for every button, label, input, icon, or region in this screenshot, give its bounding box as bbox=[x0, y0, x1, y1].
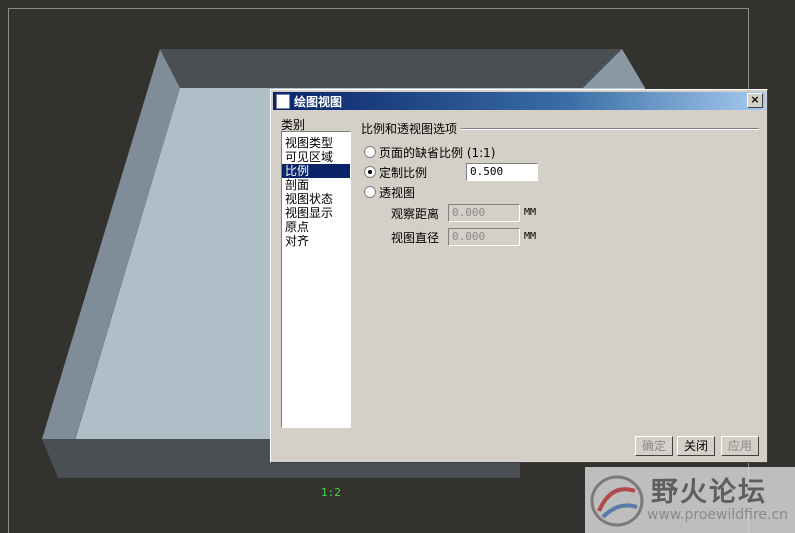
category-item-alignment[interactable]: 对齐 bbox=[282, 234, 350, 248]
category-item-section[interactable]: 剖面 bbox=[282, 178, 350, 192]
dialog-title: 绘图视图 bbox=[294, 95, 343, 109]
view-diameter-label: 视图直径 bbox=[391, 231, 440, 245]
window-icon bbox=[276, 94, 290, 109]
observe-distance-label: 观察距离 bbox=[391, 207, 440, 221]
watermark-name: 野火论坛 bbox=[651, 477, 767, 508]
category-item-view-display[interactable]: 视图显示 bbox=[282, 206, 350, 220]
category-item-scale[interactable]: 比例 bbox=[282, 164, 350, 178]
radio-perspective[interactable] bbox=[364, 186, 376, 198]
category-list[interactable]: 视图类型 可见区域 比例 剖面 视图状态 视图显示 原点 对齐 bbox=[281, 131, 351, 428]
wildfire-logo-icon bbox=[590, 475, 644, 527]
category-item-view-state[interactable]: 视图状态 bbox=[282, 192, 350, 206]
option-page-default-label: 页面的缺省比例 (1:1) bbox=[379, 146, 496, 160]
option-custom-label: 定制比例 bbox=[379, 166, 428, 180]
scale-label: 1:2 bbox=[321, 486, 341, 499]
radio-selected-dot bbox=[368, 170, 372, 174]
category-item-view-type[interactable]: 视图类型 bbox=[282, 136, 350, 150]
radio-page-default-scale[interactable] bbox=[364, 146, 376, 158]
group-title: 比例和透视图选项 bbox=[361, 122, 458, 136]
close-button[interactable]: × bbox=[747, 93, 763, 108]
category-item-origin[interactable]: 原点 bbox=[282, 220, 350, 234]
drawing-view-dialog: 绘图视图 × 类别 视图类型 可见区域 比例 剖面 视图状态 视图显示 原点 对… bbox=[270, 89, 768, 463]
option-perspective-label: 透视图 bbox=[379, 186, 416, 200]
radio-custom-scale[interactable] bbox=[364, 166, 376, 178]
observe-distance-input[interactable]: 0.000 bbox=[448, 204, 520, 222]
category-item-visible-area[interactable]: 可见区域 bbox=[282, 150, 350, 164]
model-rim-top bbox=[160, 49, 645, 88]
observe-distance-unit: MM bbox=[524, 207, 537, 218]
custom-scale-input[interactable]: 0.500 bbox=[466, 163, 538, 181]
apply-button[interactable]: 应用 bbox=[721, 436, 759, 456]
watermark-url: www.proewildfire.cn bbox=[647, 507, 789, 523]
dialog-titlebar[interactable]: 绘图视图 × bbox=[273, 92, 765, 110]
view-diameter-input[interactable]: 0.000 bbox=[448, 228, 520, 246]
close-dialog-button[interactable]: 关闭 bbox=[677, 436, 715, 456]
group-divider bbox=[461, 128, 759, 130]
ok-button[interactable]: 确定 bbox=[635, 436, 673, 456]
watermark: 野火论坛 www.proewildfire.cn bbox=[585, 467, 795, 533]
view-diameter-unit: MM bbox=[524, 231, 537, 242]
